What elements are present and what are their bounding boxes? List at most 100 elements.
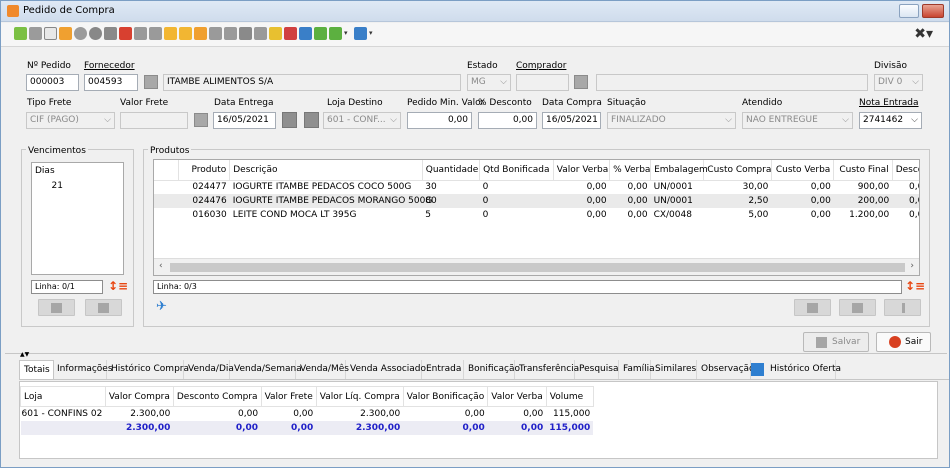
remove-vencimento-button[interactable]	[85, 299, 122, 316]
label-fornecedor[interactable]: Fornecedor	[84, 61, 135, 71]
cell-custo-compra[interactable]: 30,00	[704, 180, 772, 194]
undo-icon[interactable]	[59, 27, 72, 40]
clear-produto-button[interactable]	[884, 299, 921, 316]
transfer-icon[interactable]	[284, 27, 297, 40]
cell-valor-frete[interactable]: 0,00	[261, 407, 316, 421]
edit-produto-button[interactable]	[839, 299, 876, 316]
tab-familia[interactable]: Família	[619, 360, 655, 379]
tipo-frete-select[interactable]: CIF (PAGO) ⌵	[26, 112, 115, 129]
cell-valor-verba[interactable]: 0,00	[553, 208, 609, 222]
sort-icon[interactable]: ↕≡	[905, 279, 925, 293]
document-icon[interactable]	[44, 27, 57, 40]
table-row[interactable]: 024476 IOGURTE ITAMBE PEDACOS MORANGO 50…	[154, 194, 919, 208]
close-button[interactable]	[922, 4, 944, 18]
tab-observacao[interactable]: Observação	[697, 360, 755, 379]
totais-grid[interactable]: Loja Valor Compra Desconto Compra Valor …	[19, 381, 938, 459]
tab-pesquisa[interactable]: Pesquisa	[575, 360, 619, 379]
tab-venda-associado[interactable]: Venda Associado	[346, 360, 426, 379]
column-header-valor-compra[interactable]: Valor Compra	[104, 386, 174, 407]
cell-quantidade[interactable]: 5	[422, 208, 479, 222]
arrow-right-icon[interactable]	[149, 27, 162, 40]
label-nota-entrada[interactable]: Nota Entrada	[859, 98, 919, 108]
arrow-left-icon[interactable]	[134, 27, 147, 40]
column-header-valor-bonificacao[interactable]: Valor Bonificação	[402, 386, 489, 407]
cell-desconto[interactable]: 0,00 %	[892, 208, 919, 222]
column-header-valor-verba[interactable]: Valor Verba	[553, 160, 611, 181]
situacao-select[interactable]: FINALIZADO ⌵	[607, 112, 736, 129]
tab-transferencia[interactable]: Transferência	[515, 360, 579, 379]
table-row[interactable]: 601 - CONFINS 02 2.300,00 0,00 0,00 2.30…	[21, 407, 594, 421]
cell-descricao[interactable]: IOGURTE ITAMBE PEDACOS COCO 500G	[230, 180, 423, 194]
bottle-icon[interactable]	[269, 27, 282, 40]
vencimentos-grid[interactable]: Dias 21	[31, 162, 124, 275]
search-comprador-icon[interactable]	[574, 75, 588, 89]
tab-venda-semana[interactable]: Venda/Semana	[230, 360, 302, 379]
cell-valor-verba[interactable]: 0,00	[488, 407, 546, 421]
cell-quantidade[interactable]: 80	[422, 194, 479, 208]
scrollbar-thumb[interactable]	[170, 263, 905, 272]
cell-percent-verba[interactable]: 0,00	[610, 194, 651, 208]
hand-icon[interactable]	[164, 27, 177, 40]
download-icon[interactable]	[314, 27, 327, 40]
cell-descricao[interactable]: LEITE COND MOCA LT 395G	[230, 208, 423, 222]
tab-venda-dia[interactable]: Venda/Dia	[184, 360, 234, 379]
tab-bonificacao[interactable]: Bonificação	[464, 360, 520, 379]
export-icon[interactable]	[299, 27, 312, 40]
column-header-desconto-compra[interactable]: Desconto Compra	[172, 386, 262, 407]
scroll-right-icon[interactable]: ›	[910, 261, 914, 271]
splitter[interactable]	[5, 353, 947, 354]
divisao-select[interactable]: DIV 0 ⌵	[874, 74, 923, 91]
wrench-icon[interactable]: ✖▾	[914, 26, 933, 42]
fornecedor-code-field[interactable]: 004593	[84, 74, 138, 91]
nota-entrada-select[interactable]: 2741462 ⌵	[859, 112, 922, 129]
add-produto-button[interactable]	[794, 299, 831, 316]
data-entrega-field[interactable]: 16/05/2021	[213, 112, 276, 129]
search-fornecedor-icon[interactable]	[144, 75, 158, 89]
cell-desconto[interactable]: 0,00 %	[892, 194, 919, 208]
frete-icon[interactable]	[194, 113, 208, 127]
column-header-valor-liq-compra[interactable]: Valor Líq. Compra	[315, 386, 404, 407]
tab-similares[interactable]: Similares	[651, 360, 697, 379]
restore-button[interactable]	[899, 4, 919, 18]
cell-custo-verba[interactable]: 0,00	[771, 194, 833, 208]
check-icon[interactable]	[329, 27, 342, 40]
save-icon[interactable]	[29, 27, 42, 40]
chevron-down-icon[interactable]: ▾	[369, 29, 373, 37]
desconto-field[interactable]: 0,00	[478, 112, 537, 129]
column-header-produto[interactable]: Produto	[178, 160, 231, 181]
column-header-percent-verba[interactable]: % Verba	[609, 160, 652, 181]
table-row[interactable]: 016030 LEITE COND MOCA LT 395G 5 0 0,00 …	[154, 208, 919, 222]
gear-icon[interactable]	[89, 27, 102, 40]
exit-icon[interactable]	[354, 27, 367, 40]
cell-embalagem[interactable]: UN/0001	[651, 194, 704, 208]
sort-icon[interactable]: ↕≡	[108, 279, 128, 293]
cell-descricao[interactable]: IOGURTE ITAMBE PEDACOS MORANGO 500G	[230, 194, 433, 208]
column-header-quantidade[interactable]: Quantidade	[422, 160, 481, 181]
cell-valor-verba[interactable]: 0,00	[553, 194, 609, 208]
label-comprador[interactable]: Comprador	[516, 61, 566, 71]
add-vencimento-button[interactable]	[38, 299, 75, 316]
tab-informacoes[interactable]: Informações	[54, 360, 113, 379]
cell-volume[interactable]: 115,000	[546, 407, 593, 421]
cell-custo-verba[interactable]: 0,00	[771, 208, 833, 222]
store-icon[interactable]	[304, 112, 319, 128]
column-header-volume[interactable]: Volume	[545, 386, 594, 407]
column-header-custo-verba[interactable]: Custo Verba	[771, 160, 835, 181]
users-icon[interactable]	[119, 27, 132, 40]
table-row[interactable]: 024477 IOGURTE ITAMBE PEDACOS COCO 500G …	[154, 180, 919, 194]
report-icon[interactable]	[224, 27, 237, 40]
tab-totais[interactable]: Totais	[19, 360, 54, 379]
cell-percent-verba[interactable]: 0,00	[610, 180, 651, 194]
cell-custo-verba[interactable]: 0,00	[771, 180, 833, 194]
cell-percent-verba[interactable]: 0,00	[610, 208, 651, 222]
cell-valor-compra[interactable]: 2.300,00	[105, 407, 173, 421]
cell-custo-compra[interactable]: 5,00	[704, 208, 772, 222]
tab-historico-oferta[interactable]: Histórico Oferta	[766, 360, 841, 379]
cell-embalagem[interactable]: UN/0001	[651, 180, 704, 194]
column-header-desconto[interactable]: Desconto	[892, 160, 919, 181]
new-icon[interactable]	[14, 27, 27, 40]
cell-quantidade[interactable]: 30	[422, 180, 479, 194]
cell-desconto-compra[interactable]: 0,00	[173, 407, 261, 421]
atendido-select[interactable]: NAO ENTREGUE ⌵	[742, 112, 853, 129]
cancel-icon[interactable]	[74, 27, 87, 40]
